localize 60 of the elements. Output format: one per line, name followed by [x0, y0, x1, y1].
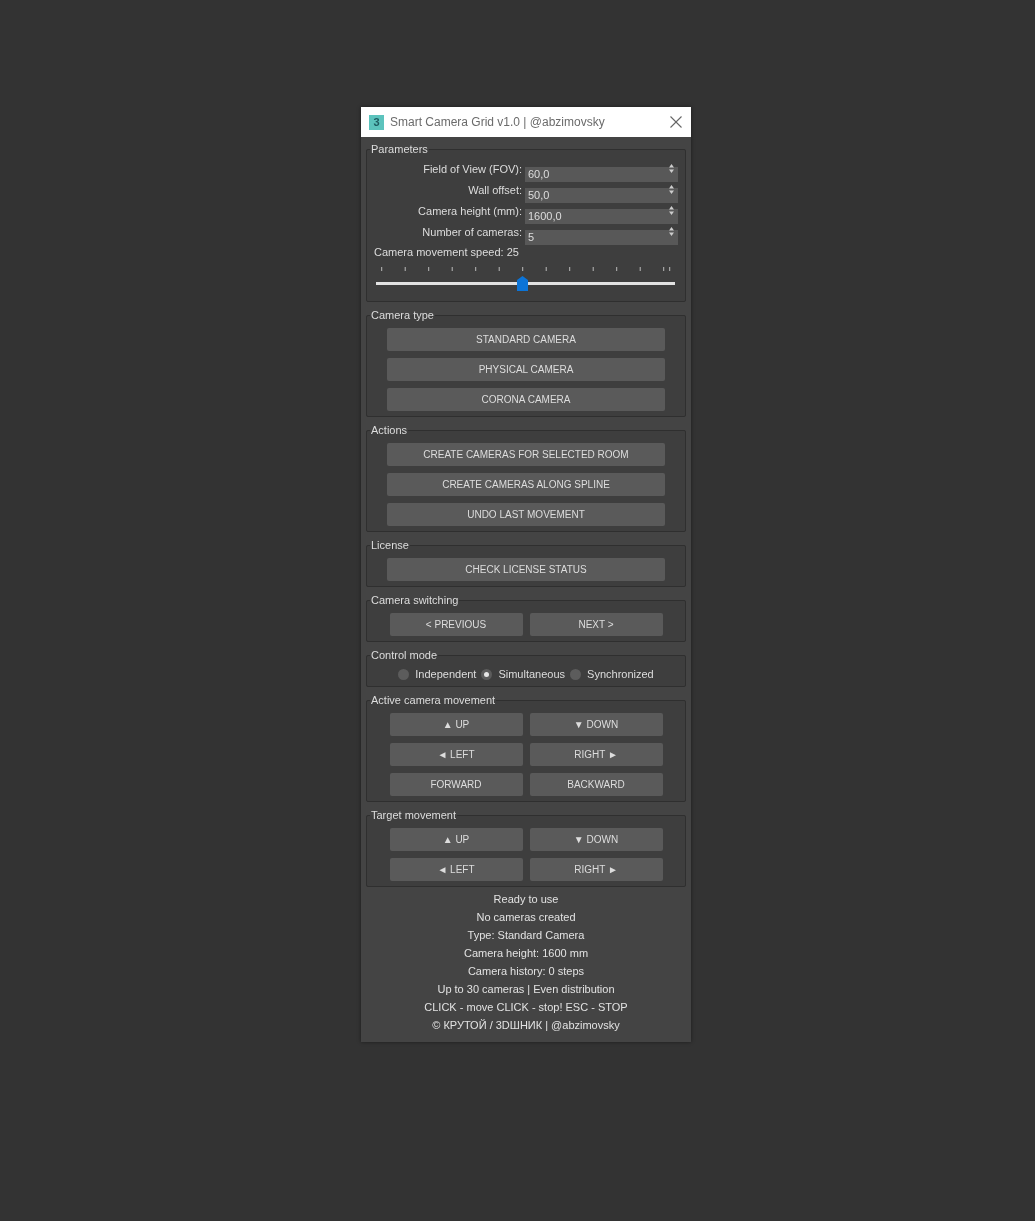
field-label: Wall offset: [468, 182, 522, 197]
command-button[interactable]: RIGHT ► [529, 743, 663, 766]
command-button[interactable]: ▼ DOWN [529, 713, 663, 736]
slider-thumb[interactable] [517, 276, 529, 291]
command-button[interactable]: RIGHT ► [529, 858, 663, 881]
spinner-arrows-icon[interactable] [669, 164, 674, 173]
status-text: Camera height: 1600 mm [463, 946, 589, 961]
app-logo: 3 [369, 114, 384, 130]
slider-track[interactable] [376, 276, 675, 291]
spinner-arrows-icon[interactable] [669, 227, 674, 236]
status-text: Type: Standard Camera [467, 928, 585, 943]
radio-label[interactable]: Synchronized [587, 668, 654, 681]
command-button[interactable]: ▲ UP [389, 828, 523, 851]
command-button[interactable]: STANDARD CAMERA [387, 328, 665, 351]
radio-button[interactable] [398, 669, 410, 680]
group-title: Parameters [370, 142, 429, 156]
command-button[interactable]: FORWARD [389, 773, 523, 796]
group-title: Control mode [370, 648, 439, 662]
speed-label: Camera movement speed: 25 [374, 245, 520, 259]
status-text: No cameras created [476, 910, 576, 925]
radio-button[interactable] [481, 669, 493, 680]
group-title: License [370, 538, 410, 552]
group-title: Actions [370, 423, 409, 437]
field-label: Number of cameras: [422, 224, 522, 239]
group-title: Camera switching [370, 593, 460, 607]
group-title: Camera type [370, 308, 435, 322]
field-label: Field of View (FOV): [423, 161, 522, 176]
command-button[interactable]: ▲ UP [389, 713, 523, 736]
status-text: CLICK - move CLICK - stop! ESC - STOP [424, 1000, 628, 1015]
command-button[interactable]: ▼ DOWN [529, 828, 663, 851]
command-button[interactable]: UNDO LAST MOVEMENT [387, 503, 665, 526]
status-text: Up to 30 cameras | Even distribution [437, 982, 615, 997]
group-title: Target movement [370, 808, 457, 822]
spinner-field[interactable]: 50,0 [525, 187, 678, 203]
status-text: Ready to use [493, 892, 559, 907]
command-button[interactable]: ◄ LEFT [389, 858, 523, 881]
spinner-field[interactable]: 60,0 [525, 166, 678, 182]
spinner-field[interactable]: 5 [525, 229, 678, 245]
radio-label[interactable]: Independent [415, 668, 477, 681]
command-button[interactable]: ◄ LEFT [389, 743, 523, 766]
close-icon [670, 116, 682, 128]
command-button[interactable]: CORONA CAMERA [387, 388, 665, 411]
spinner-arrows-icon[interactable] [669, 206, 674, 215]
command-button[interactable]: BACKWARD [529, 773, 663, 796]
field-label: Camera height (mm): [418, 203, 522, 218]
status-text: © КРУТОЙ / 3DШНИК | @abzimovsky [432, 1018, 620, 1033]
radio-button[interactable] [570, 669, 582, 680]
command-button[interactable]: CHECK LICENSE STATUS [387, 558, 665, 581]
command-button[interactable]: CREATE CAMERAS FOR SELECTED ROOM [387, 443, 665, 466]
command-button[interactable]: < PREVIOUS [389, 613, 523, 636]
radio-label[interactable]: Simultaneous [498, 668, 566, 681]
command-button[interactable]: PHYSICAL CAMERA [387, 358, 665, 381]
spinner-arrows-icon[interactable] [669, 185, 674, 194]
status-text: Camera history: 0 steps [467, 964, 585, 979]
close-button[interactable] [670, 116, 682, 128]
spinner-field[interactable]: 1600,0 [525, 208, 678, 224]
group-title: Active camera movement [370, 693, 497, 707]
window-title: Smart Camera Grid v1.0 | @abzimovsky [390, 115, 605, 129]
command-button[interactable]: CREATE CAMERAS ALONG SPLINE [387, 473, 665, 496]
command-button[interactable]: NEXT > [529, 613, 663, 636]
